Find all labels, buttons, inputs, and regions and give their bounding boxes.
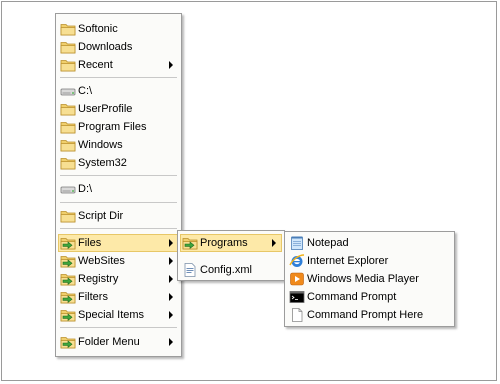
folder-icon bbox=[60, 138, 76, 152]
folder-icon bbox=[60, 156, 76, 170]
menu-item-label: Softonic bbox=[78, 23, 118, 35]
folder-arrow-icon bbox=[60, 272, 76, 286]
menu-item-label: C:\ bbox=[78, 85, 93, 97]
submenu-arrow-icon bbox=[169, 239, 173, 247]
drive-icon bbox=[60, 84, 76, 98]
menu-item-label: Windows bbox=[78, 139, 123, 151]
menu-item-notepad[interactable]: Notepad bbox=[287, 234, 452, 252]
submenu-arrow-icon bbox=[169, 338, 173, 346]
menu-separator bbox=[60, 202, 177, 203]
folder-arrow-icon bbox=[60, 236, 76, 250]
menu-separator bbox=[60, 327, 177, 328]
folder-arrow-icon bbox=[60, 308, 76, 322]
menu-separator bbox=[60, 175, 177, 176]
menu-item-label: WebSites bbox=[78, 255, 125, 267]
menu-item-config-xml[interactable]: Config.xml bbox=[180, 261, 282, 279]
menu-item-drive-d[interactable]: D:\ bbox=[58, 180, 179, 198]
menu-item-label: Script Dir bbox=[78, 210, 124, 222]
folder-arrow-icon bbox=[60, 335, 76, 349]
menu-item-label: Folder Menu bbox=[78, 336, 140, 348]
menu-item-files[interactable]: Files bbox=[58, 234, 179, 252]
menu-item-label: Programs bbox=[200, 237, 248, 249]
menu-item-command-prompt-here[interactable]: Command Prompt Here bbox=[287, 306, 452, 324]
menu-item-label: Registry bbox=[78, 273, 119, 285]
menu-item-special-items[interactable]: Special Items bbox=[58, 306, 179, 324]
menu-item-command-prompt[interactable]: Command Prompt bbox=[287, 288, 452, 306]
menu-item-filters[interactable]: Filters bbox=[58, 288, 179, 306]
folder-icon bbox=[60, 120, 76, 134]
submenu-arrow-icon bbox=[169, 311, 173, 319]
menu-item-script-dir[interactable]: Script Dir bbox=[58, 207, 179, 225]
menu-item-label: Filters bbox=[78, 291, 108, 303]
menu-item-label: Special Items bbox=[78, 309, 145, 321]
menu-item-label: Downloads bbox=[78, 41, 133, 53]
main-menu: Softonic Downloads Recent C:\ UserProfil… bbox=[55, 13, 182, 357]
menu-item-label: Internet Explorer bbox=[307, 255, 389, 267]
submenu-arrow-icon bbox=[169, 275, 173, 283]
folder-icon bbox=[60, 40, 76, 54]
menu-item-label: Program Files bbox=[78, 121, 147, 133]
folder-arrow-icon bbox=[182, 236, 198, 250]
menu-item-programs[interactable]: Programs bbox=[180, 234, 282, 252]
folder-icon bbox=[60, 209, 76, 223]
menu-item-label: Notepad bbox=[307, 237, 349, 249]
notepad-icon bbox=[289, 236, 305, 250]
submenu-arrow-icon bbox=[169, 293, 173, 301]
command-prompt-icon bbox=[289, 290, 305, 304]
files-submenu: Programs Config.xml bbox=[177, 230, 285, 281]
menu-item-label: Config.xml bbox=[200, 264, 252, 276]
menu-item-websites[interactable]: WebSites bbox=[58, 252, 179, 270]
menu-item-label: Files bbox=[78, 237, 102, 249]
menu-item-recent[interactable]: Recent bbox=[58, 56, 179, 74]
folder-icon bbox=[60, 102, 76, 116]
document-icon bbox=[289, 308, 305, 322]
folder-arrow-icon bbox=[60, 254, 76, 268]
menu-item-program-files[interactable]: Program Files bbox=[58, 118, 179, 136]
folder-icon bbox=[60, 58, 76, 72]
menu-item-internet-explorer[interactable]: Internet Explorer bbox=[287, 252, 452, 270]
menu-item-softonic[interactable]: Softonic bbox=[58, 20, 179, 38]
drive-icon bbox=[60, 182, 76, 196]
menu-item-windows[interactable]: Windows bbox=[58, 136, 179, 154]
menu-item-label: Windows Media Player bbox=[307, 273, 419, 285]
submenu-arrow-icon bbox=[169, 61, 173, 69]
menu-separator bbox=[60, 228, 177, 229]
media-player-icon bbox=[289, 272, 305, 286]
menu-item-windows-media-player[interactable]: Windows Media Player bbox=[287, 270, 452, 288]
menu-item-system32[interactable]: System32 bbox=[58, 154, 179, 172]
programs-submenu: Notepad Internet Explorer Windows Media … bbox=[284, 231, 455, 327]
menu-item-label: UserProfile bbox=[78, 103, 133, 115]
menu-item-userprofile[interactable]: UserProfile bbox=[58, 100, 179, 118]
internet-explorer-icon bbox=[289, 254, 305, 268]
xml-file-icon bbox=[182, 263, 198, 277]
folder-arrow-icon bbox=[60, 290, 76, 304]
menu-item-folder-menu[interactable]: Folder Menu bbox=[58, 333, 179, 351]
submenu-arrow-icon bbox=[169, 257, 173, 265]
menu-item-registry[interactable]: Registry bbox=[58, 270, 179, 288]
menu-item-label: System32 bbox=[78, 157, 127, 169]
menu-item-drive-c[interactable]: C:\ bbox=[58, 82, 179, 100]
folder-icon bbox=[60, 22, 76, 36]
menu-separator bbox=[60, 77, 177, 78]
menu-item-label: Command Prompt Here bbox=[307, 309, 424, 321]
menu-item-label: D:\ bbox=[78, 183, 93, 195]
menu-item-downloads[interactable]: Downloads bbox=[58, 38, 179, 56]
menu-item-label: Recent bbox=[78, 59, 113, 71]
menu-item-label: Command Prompt bbox=[307, 291, 397, 303]
submenu-arrow-icon bbox=[272, 239, 276, 247]
